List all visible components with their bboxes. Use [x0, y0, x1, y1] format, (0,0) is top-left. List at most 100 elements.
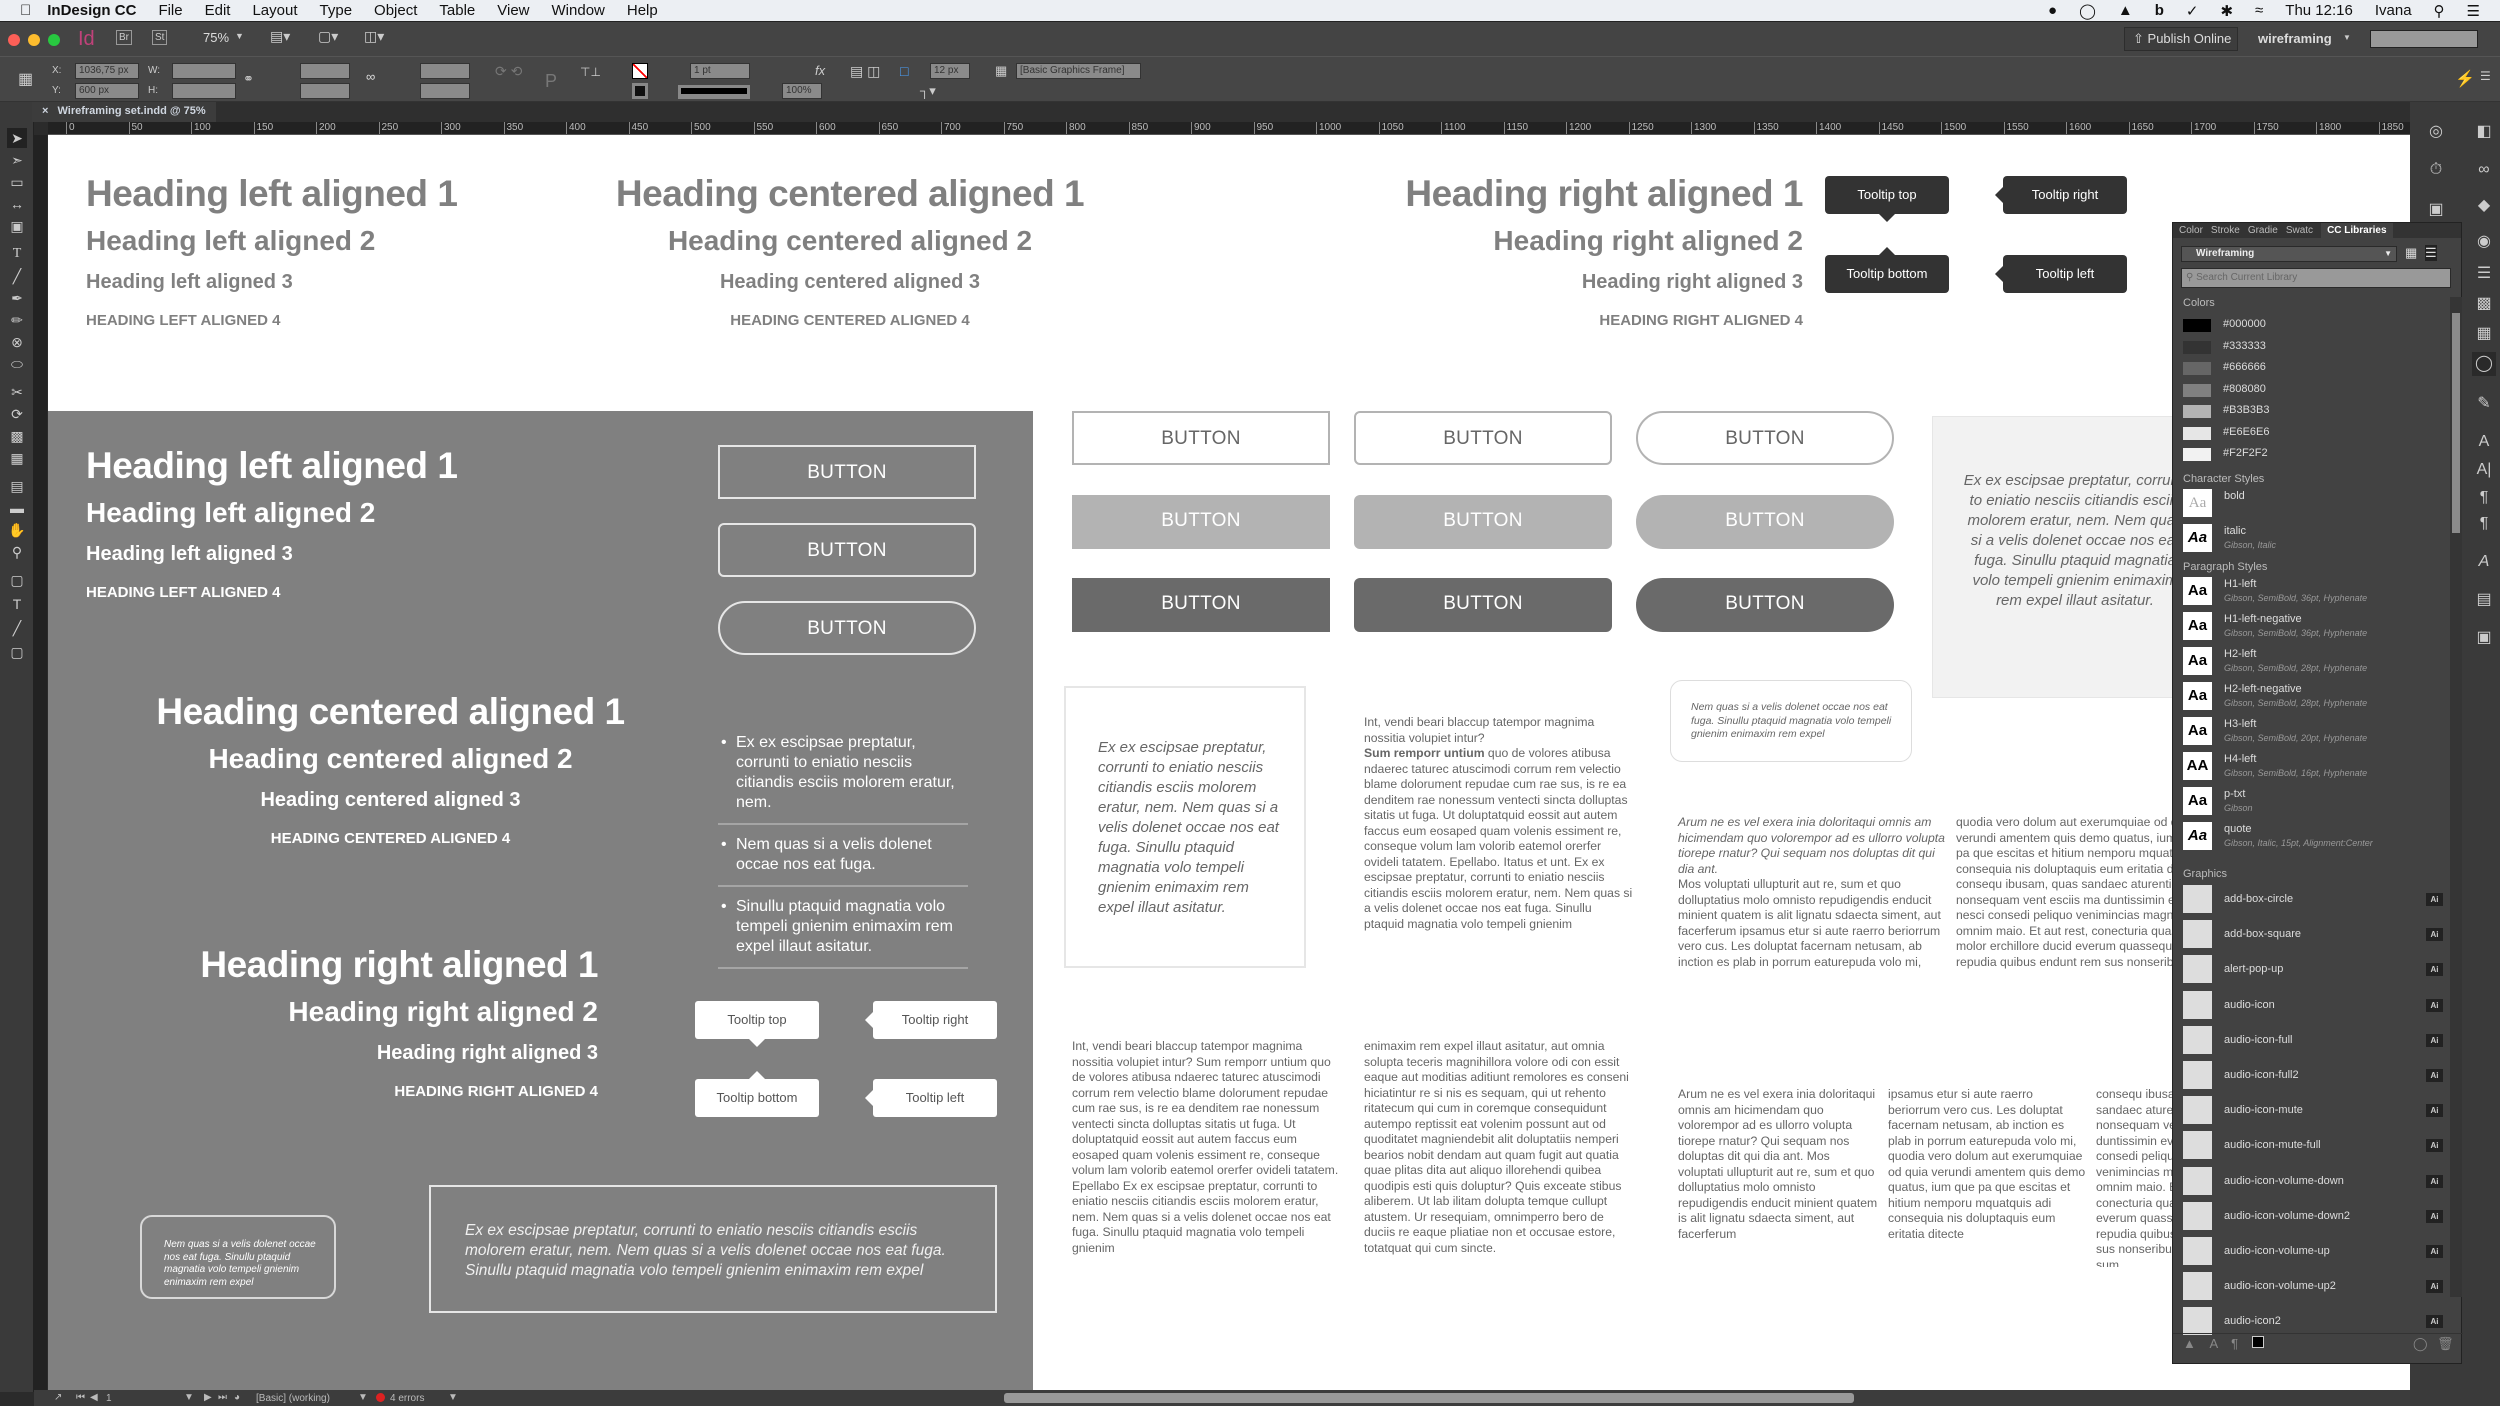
fill-stroke-icon[interactable]: ▢	[7, 570, 27, 590]
paragraph-styles-icon[interactable]: ¶	[2472, 486, 2496, 510]
screen-mode-icon[interactable]: ▢	[7, 642, 27, 662]
outline-button-pill[interactable]: BUTTON	[718, 601, 976, 655]
stroke-swatch[interactable]	[632, 83, 648, 99]
rotate-icon[interactable]: ⟳ ⟲	[495, 63, 522, 80]
gap-tool-icon[interactable]: ↔	[7, 194, 27, 214]
color-swatch[interactable]	[2183, 405, 2211, 418]
minimize-window-button[interactable]	[28, 34, 40, 46]
menu-file[interactable]: File	[158, 2, 182, 19]
bluetooth-icon[interactable]: ✱	[2220, 2, 2233, 20]
color-swatch[interactable]	[2183, 319, 2211, 332]
color-swatch-label[interactable]: #333333	[2223, 340, 2266, 352]
heading-3[interactable]: Heading centered aligned 3	[88, 789, 693, 812]
graphic-item[interactable]: audio-icon-volume-down	[2224, 1175, 2344, 1187]
tooltip-left[interactable]: Tooltip left	[1995, 255, 2127, 293]
heading-2[interactable]: Heading centered aligned 2	[88, 743, 693, 775]
open-in-icon[interactable]: ↗	[54, 1392, 62, 1403]
menu-help[interactable]: Help	[627, 2, 658, 19]
previous-page-icon[interactable]: ◀	[90, 1392, 98, 1403]
checkmark-icon[interactable]: ✓	[2186, 2, 2199, 20]
heading-4[interactable]: HEADING LEFT ALIGNED 4	[86, 584, 457, 601]
text-block-italic-intro[interactable]: Arum ne es vel exera inia doloritaqui om…	[1678, 815, 1948, 970]
text-column-3[interactable]: Arum ne es vel exera inia doloritaqui om…	[1678, 1087, 1878, 1242]
tooltip-right-light[interactable]: Tooltip right	[865, 1001, 997, 1039]
outline-button-pill[interactable]: BUTTON	[1636, 411, 1894, 465]
heading-4[interactable]: HEADING CENTERED ALIGNED 4	[590, 312, 1110, 329]
preflight-errors[interactable]: 4 errors	[390, 1393, 424, 1404]
text-column-4[interactable]: ipsamus etur si aute raerro beriorrum ve…	[1888, 1087, 2088, 1242]
creative-cloud-sync-icon[interactable]: ◯	[2413, 1336, 2428, 1352]
gradient-feather-tool-icon[interactable]: ▦	[7, 448, 27, 468]
bitly-icon[interactable]: b	[2155, 2, 2164, 19]
heading-1[interactable]: Heading right aligned 1	[1198, 173, 1803, 215]
text-column-2[interactable]: enimaxim rem expel illaut asitatur, aut …	[1364, 1039, 1636, 1256]
add-color-icon[interactable]	[2251, 1336, 2264, 1348]
graphic-item[interactable]: add-box-square	[2224, 928, 2301, 940]
stroke-weight-field[interactable]: 1 pt	[690, 63, 750, 79]
format-text-icon[interactable]: T	[7, 594, 27, 614]
graphic-item[interactable]: audio-icon2	[2224, 1315, 2281, 1327]
document-canvas[interactable]: Heading left aligned 1 Heading left alig…	[48, 135, 2410, 1390]
style-name[interactable]: quote	[2224, 823, 2252, 835]
tab-gradient[interactable]: Gradie	[2248, 223, 2278, 238]
close-window-button[interactable]	[8, 34, 20, 46]
graphic-item[interactable]: alert-pop-up	[2224, 963, 2283, 975]
character-styles-icon[interactable]: A	[2472, 430, 2496, 454]
notification-center-icon[interactable]: ☰	[2467, 2, 2480, 20]
type-tool-icon[interactable]: T	[7, 244, 27, 264]
google-drive-icon[interactable]: ▲	[2118, 2, 2133, 19]
last-page-icon[interactable]: ⏭	[218, 1392, 227, 1403]
scale-y-field[interactable]	[300, 83, 350, 99]
gradient-icon[interactable]: ▩	[2472, 292, 2496, 316]
free-transform-tool-icon[interactable]: ⟳	[7, 404, 27, 424]
content-collector-icon[interactable]: ▣	[7, 216, 27, 236]
menu-type[interactable]: Type	[320, 2, 353, 19]
page-chevron-down-icon[interactable]: ▼	[184, 1392, 194, 1403]
graphic-item[interactable]: audio-icon-full	[2224, 1034, 2292, 1046]
stock-button[interactable]: St	[152, 30, 168, 45]
list-view-icon[interactable]: ☰	[2425, 245, 2437, 261]
color-swatch-label[interactable]: #B3B3B3	[2223, 404, 2269, 416]
dark-button-square[interactable]: BUTTON	[1072, 578, 1330, 632]
heading-3[interactable]: Heading right aligned 3	[1198, 271, 1803, 294]
color-palette-icon[interactable]: ◉	[2472, 230, 2496, 254]
spotlight-search-icon[interactable]: ⚲	[2434, 2, 2445, 20]
width-field[interactable]	[172, 63, 236, 79]
light-button-rounded[interactable]: BUTTON	[1354, 495, 1612, 549]
dark-button-pill[interactable]: BUTTON	[1636, 578, 1894, 632]
opacity-field[interactable]: 100%	[782, 83, 822, 99]
tooltip-right[interactable]: Tooltip right	[1995, 176, 2127, 214]
heading-2[interactable]: Heading left aligned 2	[86, 497, 457, 529]
glyphs-icon[interactable]: A	[2472, 550, 2496, 574]
style-name[interactable]: H1-left	[2224, 578, 2256, 590]
fill-swatch[interactable]	[632, 63, 648, 79]
heading-3[interactable]: Heading centered aligned 3	[590, 271, 1110, 294]
style-name[interactable]: H2-left-negative	[2224, 683, 2302, 695]
evernote-icon[interactable]: ●	[2048, 2, 2057, 19]
color-swatch[interactable]	[2183, 383, 2211, 397]
apply-none-icon[interactable]: ╱	[7, 618, 27, 638]
menu-view[interactable]: View	[497, 2, 529, 19]
color-swatch[interactable]	[2183, 426, 2211, 440]
graphic-item[interactable]: audio-icon-volume-up2	[2224, 1280, 2336, 1292]
color-swatch-label[interactable]: #000000	[2223, 318, 2266, 330]
menu-app-name[interactable]: InDesign CC	[47, 2, 136, 19]
zoom-chevron-down-icon[interactable]: ▼	[235, 31, 244, 41]
library-scrollbar[interactable]	[2450, 297, 2462, 1297]
apple-icon[interactable]: 	[20, 2, 31, 19]
zoom-level-dropdown[interactable]: 75%	[203, 30, 229, 45]
selection-tool-icon[interactable]: ➤	[7, 128, 27, 148]
add-paragraph-style-icon[interactable]: ¶	[2231, 1336, 2238, 1351]
stroke-type-dropdown[interactable]	[678, 85, 750, 99]
gray-quote-block[interactable]: Ex ex escipsae preptatur, corrunti to en…	[1932, 416, 2192, 698]
menu-object[interactable]: Object	[374, 2, 417, 19]
page-number-field[interactable]: 1	[106, 1393, 112, 1404]
tooltip-bottom-light[interactable]: Tooltip bottom	[695, 1071, 819, 1117]
add-graphic-icon[interactable]: ▲	[2183, 1336, 2196, 1351]
heading-4[interactable]: HEADING LEFT ALIGNED 4	[86, 312, 457, 329]
zoom-tool-icon[interactable]: ⚲	[7, 542, 27, 562]
panel-menu-icon[interactable]: ☰	[2480, 69, 2491, 83]
small-rounded-card[interactable]: Nem quas si a velis dolenet occae nos ea…	[1670, 680, 1912, 762]
gradient-swatch-tool-icon[interactable]: ▩	[7, 426, 27, 446]
workspace-chevron-down-icon[interactable]: ▼	[2343, 33, 2351, 42]
